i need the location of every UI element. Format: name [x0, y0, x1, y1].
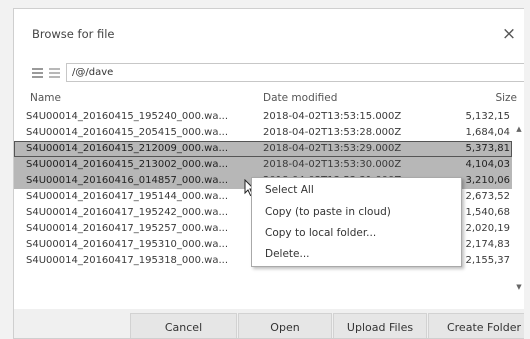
scroll-up-icon[interactable]: ▲	[514, 125, 524, 133]
browse-file-dialog: Browse for file × Name Date modified Siz…	[13, 8, 524, 339]
file-name-cell: S4U00014_20160417_195257_000.wa...	[26, 223, 229, 234]
file-name-cell: S4U00014_20160416_014857_000.wa...	[26, 175, 229, 186]
upload-files-button[interactable]: Upload Files	[333, 313, 427, 338]
menu-item-delete[interactable]: Delete...	[265, 248, 310, 260]
grid-view-icon[interactable]	[49, 68, 60, 78]
dialog-title: Browse for file	[32, 27, 115, 41]
table-row[interactable]: S4U00014_20160415_213002_000.wa... 2018-0…	[14, 157, 512, 173]
path-bar	[30, 63, 524, 85]
file-size-cell: 2,673,52	[465, 191, 510, 202]
menu-item-copy-to-local-folder[interactable]: Copy to local folder...	[265, 227, 376, 239]
path-input[interactable]	[66, 63, 524, 82]
file-size-cell: 5,373,81	[465, 143, 510, 154]
file-size-cell: 3,210,06	[465, 175, 510, 186]
file-name-cell: S4U00014_20160417_195310_000.wa...	[26, 239, 229, 250]
file-name-cell: S4U00014_20160415_212009_000.wa...	[26, 143, 229, 154]
dialog-footer: Cancel Open Upload Files Create Folder	[14, 309, 524, 338]
file-name-cell: S4U00014_20160417_195242_000.wa...	[26, 207, 229, 218]
file-size-cell: 1,540,68	[465, 207, 510, 218]
table-row[interactable]: S4U00014_20160415_195240_000.wa... 2018-0…	[14, 109, 512, 125]
table-header: Name Date modified Size	[14, 89, 524, 108]
file-size-cell: 4,104,03	[465, 159, 510, 170]
vertical-scrollbar[interactable]: ▲ ▼	[514, 109, 524, 303]
open-button[interactable]: Open	[238, 313, 332, 338]
column-header-name[interactable]: Name	[30, 92, 61, 104]
context-menu: Select All Copy (to paste in cloud) Copy…	[251, 177, 462, 267]
menu-item-select-all[interactable]: Select All	[265, 184, 314, 196]
menu-item-copy-to-cloud[interactable]: Copy (to paste in cloud)	[265, 206, 391, 218]
date-modified-cell: 2018-04-02T13:53:30.000Z	[263, 159, 402, 170]
date-modified-cell: 2018-04-02T13:53:28.000Z	[263, 127, 402, 138]
create-folder-button[interactable]: Create Folder	[428, 313, 524, 338]
date-modified-cell: 2018-04-02T13:53:29.000Z	[263, 143, 402, 154]
table-row[interactable]: S4U00014_20160415_205415_000.wa... 2018-0…	[14, 125, 512, 141]
file-size-cell: 2,174,83	[465, 239, 510, 250]
title-bar: Browse for file ×	[14, 9, 524, 55]
scroll-down-icon[interactable]: ▼	[514, 283, 524, 291]
column-header-date[interactable]: Date modified	[263, 92, 337, 104]
file-name-cell: S4U00014_20160415_213002_000.wa...	[26, 159, 229, 170]
list-view-icon[interactable]	[32, 68, 43, 78]
file-size-cell: 2,020,19	[465, 223, 510, 234]
file-size-cell: 2,155,37	[465, 255, 510, 266]
file-size-cell: 1,684,04	[465, 127, 510, 138]
table-row[interactable]: S4U00014_20160415_212009_000.wa... 2018-0…	[14, 141, 512, 157]
file-size-cell: 5,132,15	[465, 111, 510, 122]
file-name-cell: S4U00014_20160415_205415_000.wa...	[26, 127, 229, 138]
close-button[interactable]: ×	[496, 21, 522, 47]
file-name-cell: S4U00014_20160417_195318_000.wa...	[26, 255, 229, 266]
file-name-cell: S4U00014_20160417_195144_000.wa...	[26, 191, 229, 202]
cancel-button[interactable]: Cancel	[130, 313, 237, 338]
file-name-cell: S4U00014_20160415_195240_000.wa...	[26, 111, 229, 122]
date-modified-cell: 2018-04-02T13:53:15.000Z	[263, 111, 402, 122]
column-header-size[interactable]: Size	[465, 92, 517, 104]
